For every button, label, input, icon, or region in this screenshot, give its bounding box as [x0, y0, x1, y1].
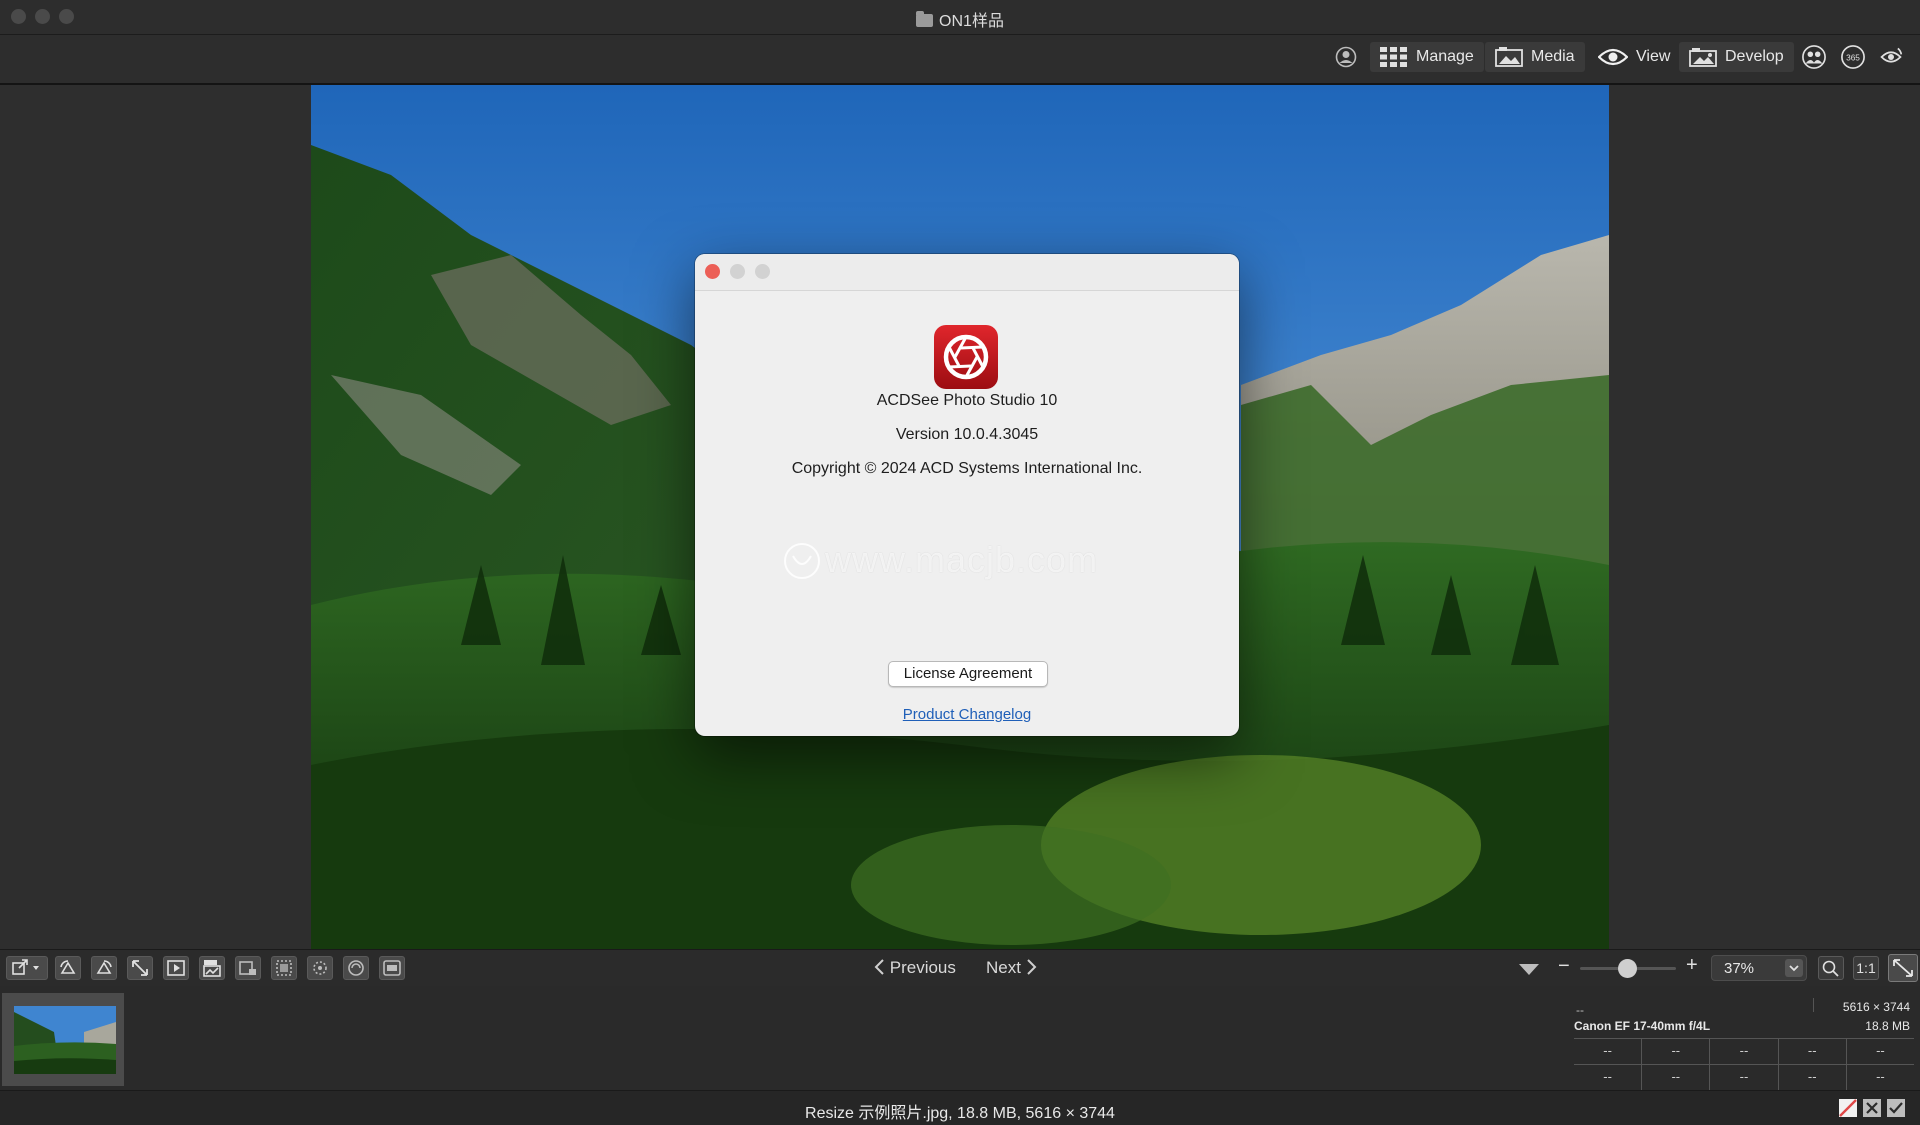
product-changelog-link[interactable]: Product Changelog	[695, 706, 1239, 723]
account-icon[interactable]	[1334, 45, 1358, 69]
about-dialog: ACDSee Photo Studio 10 Version 10.0.4.30…	[695, 254, 1239, 736]
eye-refresh-icon[interactable]	[1879, 45, 1903, 69]
info-cell: --	[1876, 1069, 1885, 1084]
license-agreement-button[interactable]: License Agreement	[888, 661, 1048, 687]
info-divider	[1813, 998, 1814, 1012]
previous-button[interactable]: Previous	[873, 958, 956, 978]
info-cell: --	[1642, 1039, 1711, 1065]
chevron-left-icon	[874, 959, 884, 975]
info-cell: --	[1574, 1039, 1643, 1065]
chevron-right-icon	[1026, 959, 1037, 975]
365-icon[interactable]: 365	[1841, 45, 1865, 69]
folder-icon	[916, 11, 934, 27]
filmstrip-thumbnail[interactable]	[2, 993, 124, 1086]
view-mode-button[interactable]: View	[1588, 42, 1680, 72]
share-button[interactable]	[6, 956, 48, 980]
reject-icon[interactable]	[1862, 1098, 1882, 1118]
dialog-zoom-button	[755, 264, 770, 279]
eye-icon	[1598, 47, 1628, 67]
rotate-left-button[interactable]	[55, 956, 81, 980]
fit-window-button[interactable]	[1888, 954, 1918, 982]
info-top-left: --	[1576, 1003, 1584, 1017]
app-name: ACDSee Photo Studio 10	[876, 392, 1058, 409]
media-mode-button[interactable]: Media	[1485, 42, 1585, 72]
fit-screen-button[interactable]	[127, 956, 153, 980]
zoom-magnifier-button[interactable]	[1818, 956, 1844, 980]
copyright-text: Copyright © 2024 ACD Systems Internation…	[791, 460, 1143, 477]
manage-mode-button[interactable]: Manage	[1370, 42, 1484, 72]
watermark-label: www.macjb.com	[825, 539, 1099, 580]
window-title: ON1样品	[0, 7, 1920, 31]
batch-edit-button[interactable]	[199, 956, 225, 980]
no-label-icon[interactable]	[1838, 1098, 1858, 1118]
dialog-minimize-button	[730, 264, 745, 279]
people-icon[interactable]	[1802, 45, 1826, 69]
actual-size-button[interactable]: 1:1	[1853, 956, 1879, 980]
info-grid-row-2: -- -- -- -- --	[1574, 1064, 1914, 1091]
acdsee-logo-icon	[934, 325, 998, 389]
next-label: Next	[986, 958, 1021, 977]
info-cell: --	[1779, 1065, 1847, 1091]
grid-icon	[1380, 47, 1408, 67]
focus-button[interactable]	[307, 956, 333, 980]
status-bar: Resize 示例照片.jpg, 18.8 MB, 5616 × 3744	[0, 1090, 1920, 1125]
manage-mode-label: Manage	[1416, 48, 1474, 65]
zoom-out-button[interactable]: −	[1558, 955, 1570, 978]
view-mode-label: View	[1636, 48, 1671, 65]
develop-mode-label: Develop	[1725, 48, 1784, 65]
accept-icon[interactable]	[1886, 1098, 1906, 1118]
info-cell: --	[1642, 1065, 1711, 1091]
zoom-slider-thumb[interactable]	[1618, 959, 1637, 978]
info-cell: --	[1710, 1065, 1779, 1091]
chevron-down-icon	[1789, 965, 1799, 972]
svg-text:365: 365	[1846, 53, 1860, 63]
info-panel: -- 5616 × 3744 Canon EF 17-40mm f/4L 18.…	[1566, 990, 1920, 1091]
next-button[interactable]: Next	[986, 958, 1038, 978]
magnifier-icon	[1822, 960, 1839, 977]
zoom-level-value: 37%	[1724, 960, 1755, 977]
red-eye-button[interactable]	[343, 956, 369, 980]
develop-icon	[1689, 47, 1717, 67]
file-size: 18.8 MB	[1865, 1019, 1910, 1033]
slideshow-button[interactable]	[163, 956, 189, 980]
rotate-right-button[interactable]	[91, 956, 117, 980]
compare-button[interactable]	[235, 956, 261, 980]
info-grid-row-1: -- -- -- -- --	[1574, 1038, 1914, 1065]
zoom-dropdown-toggle[interactable]	[1785, 959, 1803, 977]
image-dimensions: 5616 × 3744	[1842, 1000, 1910, 1014]
module-toolbar: Manage Media View Develop 365	[0, 35, 1920, 85]
zoom-select[interactable]: 37%	[1711, 955, 1807, 981]
watermark-logo-icon	[784, 543, 820, 579]
previous-label: Previous	[889, 958, 956, 977]
info-cell: --	[1876, 1043, 1885, 1058]
print-button[interactable]	[379, 956, 405, 980]
dialog-titlebar	[695, 254, 1239, 291]
watermark-text: www.macjb.com	[783, 539, 1163, 581]
bottom-toolbar: Previous Next − + 37% 1:1	[0, 949, 1920, 986]
window-titlebar: ON1样品	[0, 0, 1920, 35]
zoom-in-button[interactable]: +	[1686, 954, 1698, 977]
media-mode-label: Media	[1531, 48, 1575, 65]
triangle-down-icon[interactable]	[1518, 962, 1540, 976]
develop-mode-button[interactable]: Develop	[1679, 42, 1794, 72]
status-text: Resize 示例照片.jpg, 18.8 MB, 5616 × 3744	[805, 1105, 1115, 1122]
media-icon	[1495, 47, 1523, 67]
info-cell: --	[1574, 1065, 1643, 1091]
info-cell: --	[1779, 1039, 1847, 1065]
thumbnail-image	[14, 1006, 116, 1074]
select-button[interactable]	[271, 956, 297, 980]
lens-name: Canon EF 17-40mm f/4L	[1574, 1019, 1711, 1033]
window-title-text: ON1样品	[939, 13, 1004, 30]
expand-diagonal-icon	[1893, 959, 1913, 977]
dialog-close-button[interactable]	[705, 264, 720, 279]
app-version: Version 10.0.4.3045	[895, 426, 1039, 443]
info-cell: --	[1710, 1039, 1779, 1065]
